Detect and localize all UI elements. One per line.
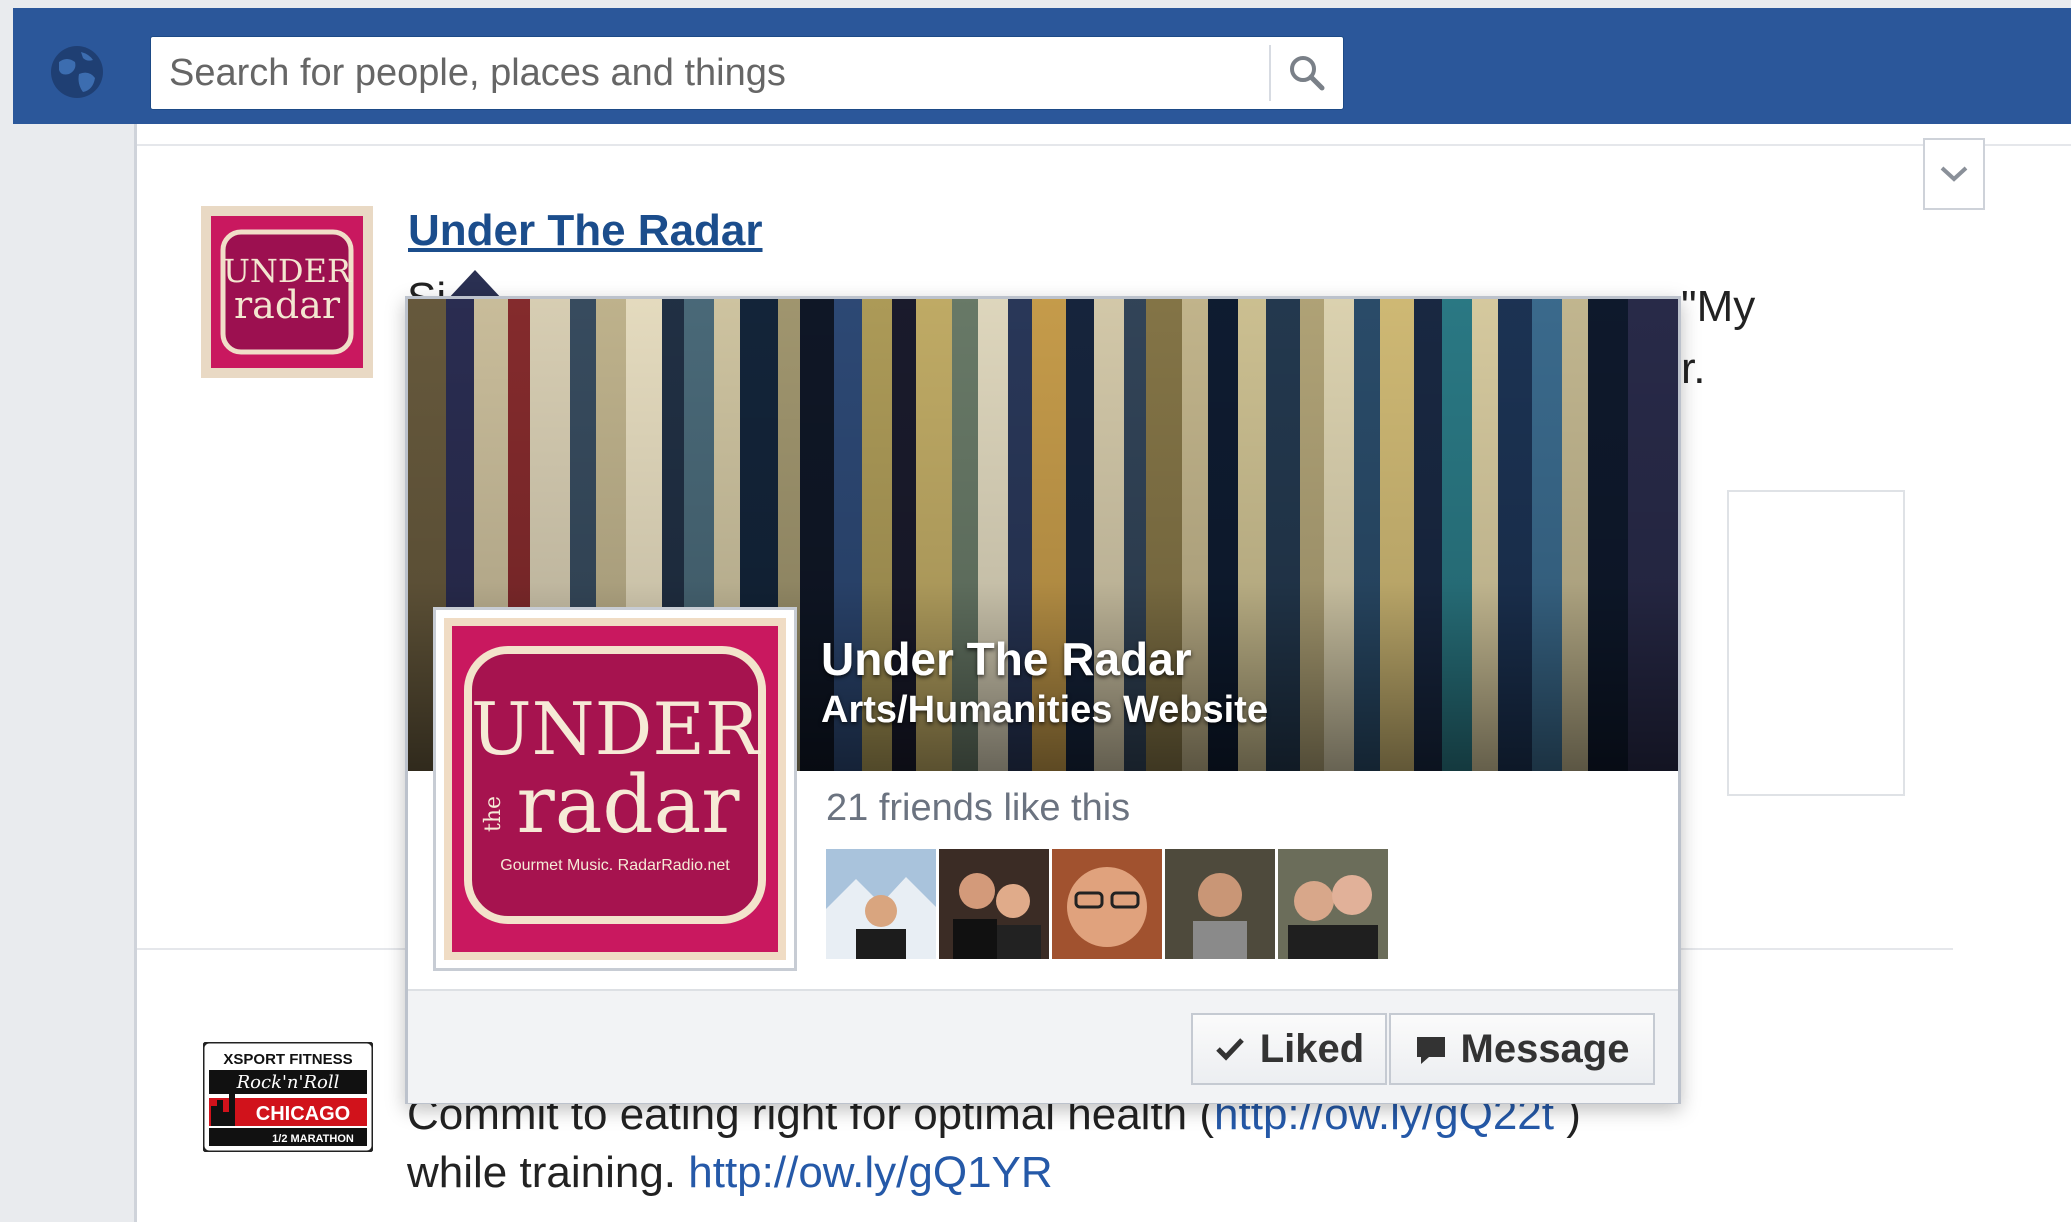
friends-like-count[interactable]: 21 friends like this bbox=[826, 787, 1130, 830]
chicago-logo-text: CHICAGO bbox=[256, 1103, 350, 1125]
friend-avatar[interactable] bbox=[1278, 849, 1388, 959]
xsport-logo-text: XSPORT FITNESS bbox=[223, 1051, 352, 1068]
logo-word-the: the bbox=[481, 796, 506, 832]
hovercard-page-name[interactable]: Under The Radar bbox=[821, 632, 1192, 686]
message-label: Message bbox=[1460, 1026, 1630, 1071]
under-the-radar-logo: UNDER the radar Gourmet Music. RadarRadi… bbox=[436, 610, 794, 968]
post-text-fragment-right: "My bbox=[1681, 282, 1756, 331]
search-icon bbox=[1290, 56, 1325, 91]
search-button[interactable] bbox=[1279, 45, 1335, 101]
hovercard-footer: Liked Message bbox=[408, 989, 1678, 1103]
post2-link-2[interactable]: http://ow.ly/gQ1YR bbox=[688, 1148, 1052, 1197]
post2-text-line2: while training. http://ow.ly/gQ1YR bbox=[407, 1148, 1053, 1198]
logo-tagline: Gourmet Music. RadarRadio.net bbox=[500, 857, 730, 874]
search-input[interactable] bbox=[151, 37, 1261, 109]
checkmark-icon bbox=[1215, 1038, 1244, 1061]
friend-avatar[interactable] bbox=[826, 849, 936, 959]
post-options-button[interactable] bbox=[1923, 138, 1985, 210]
avatar-logo-bottom: radar bbox=[234, 283, 341, 327]
page-hovercard: UNDER the radar Gourmet Music. RadarRadi… bbox=[405, 296, 1681, 1104]
liked-button[interactable]: Liked bbox=[1191, 1013, 1387, 1085]
hovercard-category: Arts/Humanities Website bbox=[821, 689, 1268, 731]
message-icon bbox=[1416, 1037, 1445, 1064]
page-name-link[interactable]: Under The Radar bbox=[408, 206, 763, 256]
top-navigation-bar bbox=[13, 8, 2071, 124]
logo-word-radar: radar bbox=[516, 758, 740, 851]
half-marathon-logo-text: 1/2 MARATHON bbox=[272, 1133, 354, 1145]
message-button[interactable]: Message bbox=[1389, 1013, 1655, 1085]
post-attachment-preview[interactable] bbox=[1727, 490, 1905, 796]
post-text-fragment-right-2: r. bbox=[1681, 344, 1706, 393]
xsport-avatar[interactable]: XSPORT FITNESS Rock'n'Roll CHICAGO 1/2 M… bbox=[203, 1042, 373, 1152]
globe-icon[interactable] bbox=[49, 44, 105, 100]
search-divider bbox=[1269, 45, 1271, 101]
post2-text-2: while training. bbox=[407, 1148, 689, 1197]
rocknroll-logo-text: Rock'n'Roll bbox=[236, 1072, 340, 1093]
page-avatar[interactable]: UNDER radar bbox=[201, 206, 373, 378]
chevron-down-icon bbox=[1940, 166, 1968, 182]
search-box bbox=[150, 36, 1344, 110]
friend-faces bbox=[826, 849, 1388, 961]
friend-avatar[interactable] bbox=[1052, 849, 1162, 959]
friend-avatar[interactable] bbox=[1165, 849, 1275, 959]
liked-label: Liked bbox=[1259, 1026, 1365, 1071]
feed-divider bbox=[137, 144, 2071, 146]
hovercard-profile-picture[interactable]: UNDER the radar Gourmet Music. RadarRadi… bbox=[433, 607, 797, 971]
friend-avatar[interactable] bbox=[939, 849, 1049, 959]
